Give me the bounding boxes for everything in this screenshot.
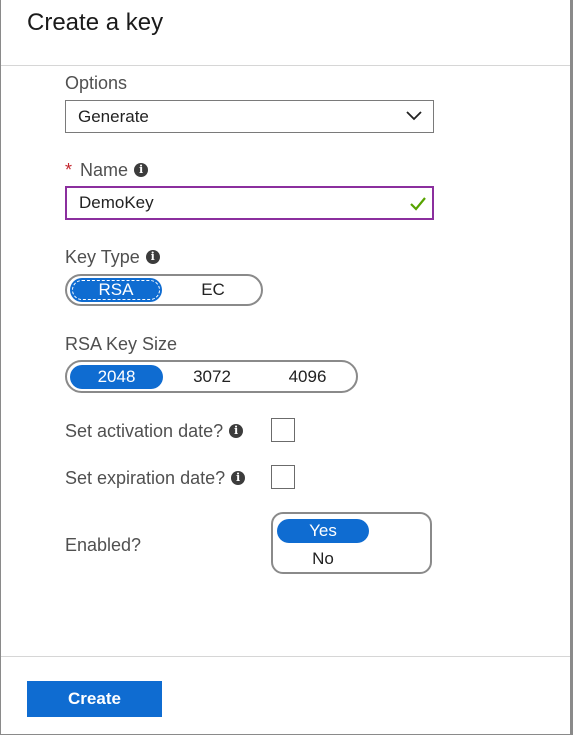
rsa-key-size-label: RSA Key Size bbox=[65, 334, 178, 354]
info-icon[interactable]: i bbox=[145, 250, 160, 265]
expiration-label: Set expiration date? bbox=[65, 468, 226, 488]
panel-right-border bbox=[570, 0, 572, 735]
activation-checkbox[interactable] bbox=[271, 418, 295, 442]
rsa-key-size-toggle: 2048 3072 4096 bbox=[65, 360, 358, 393]
key-type-label: Key Type bbox=[65, 247, 140, 267]
page-title: Create a key bbox=[27, 9, 164, 36]
options-dropdown[interactable]: Generate bbox=[65, 100, 434, 133]
activation-label: Set activation date? bbox=[65, 421, 224, 441]
name-input[interactable]: DemoKey bbox=[65, 186, 434, 220]
options-label: Options bbox=[65, 73, 128, 93]
chevron-down-icon bbox=[406, 111, 422, 121]
info-icon[interactable]: i bbox=[231, 471, 246, 486]
enabled-toggle: Yes No bbox=[271, 512, 432, 574]
rsa-size-option-4096[interactable]: 4096 bbox=[261, 365, 354, 389]
enabled-option-yes[interactable]: Yes bbox=[277, 519, 369, 543]
rsa-size-option-3072[interactable]: 3072 bbox=[167, 365, 257, 389]
footer-divider bbox=[1, 656, 572, 657]
create-button[interactable]: Create bbox=[27, 681, 162, 717]
checkmark-icon bbox=[410, 197, 426, 211]
enabled-label: Enabled? bbox=[65, 535, 142, 555]
name-label: Name bbox=[80, 160, 129, 180]
rsa-size-option-2048[interactable]: 2048 bbox=[70, 365, 163, 389]
required-marker: * bbox=[65, 160, 73, 180]
name-label-row: * Name i bbox=[65, 160, 149, 181]
expiration-label-row: Set expiration date? i bbox=[65, 468, 246, 489]
info-icon[interactable]: i bbox=[229, 424, 244, 439]
activation-label-row: Set activation date? i bbox=[65, 421, 244, 442]
expiration-checkbox[interactable] bbox=[271, 465, 295, 489]
key-type-option-ec[interactable]: EC bbox=[167, 278, 259, 302]
enabled-option-no[interactable]: No bbox=[277, 547, 369, 571]
key-type-label-row: Key Type i bbox=[65, 247, 160, 268]
key-type-toggle: RSA EC bbox=[65, 274, 263, 306]
key-type-option-rsa[interactable]: RSA bbox=[70, 278, 162, 302]
options-selected-value: Generate bbox=[78, 107, 149, 126]
create-key-panel: Create a key Options Generate * Name i Dem… bbox=[0, 0, 573, 735]
info-icon[interactable]: i bbox=[134, 163, 149, 178]
panel-header: Create a key bbox=[1, 0, 572, 66]
name-input-value: DemoKey bbox=[79, 193, 154, 212]
